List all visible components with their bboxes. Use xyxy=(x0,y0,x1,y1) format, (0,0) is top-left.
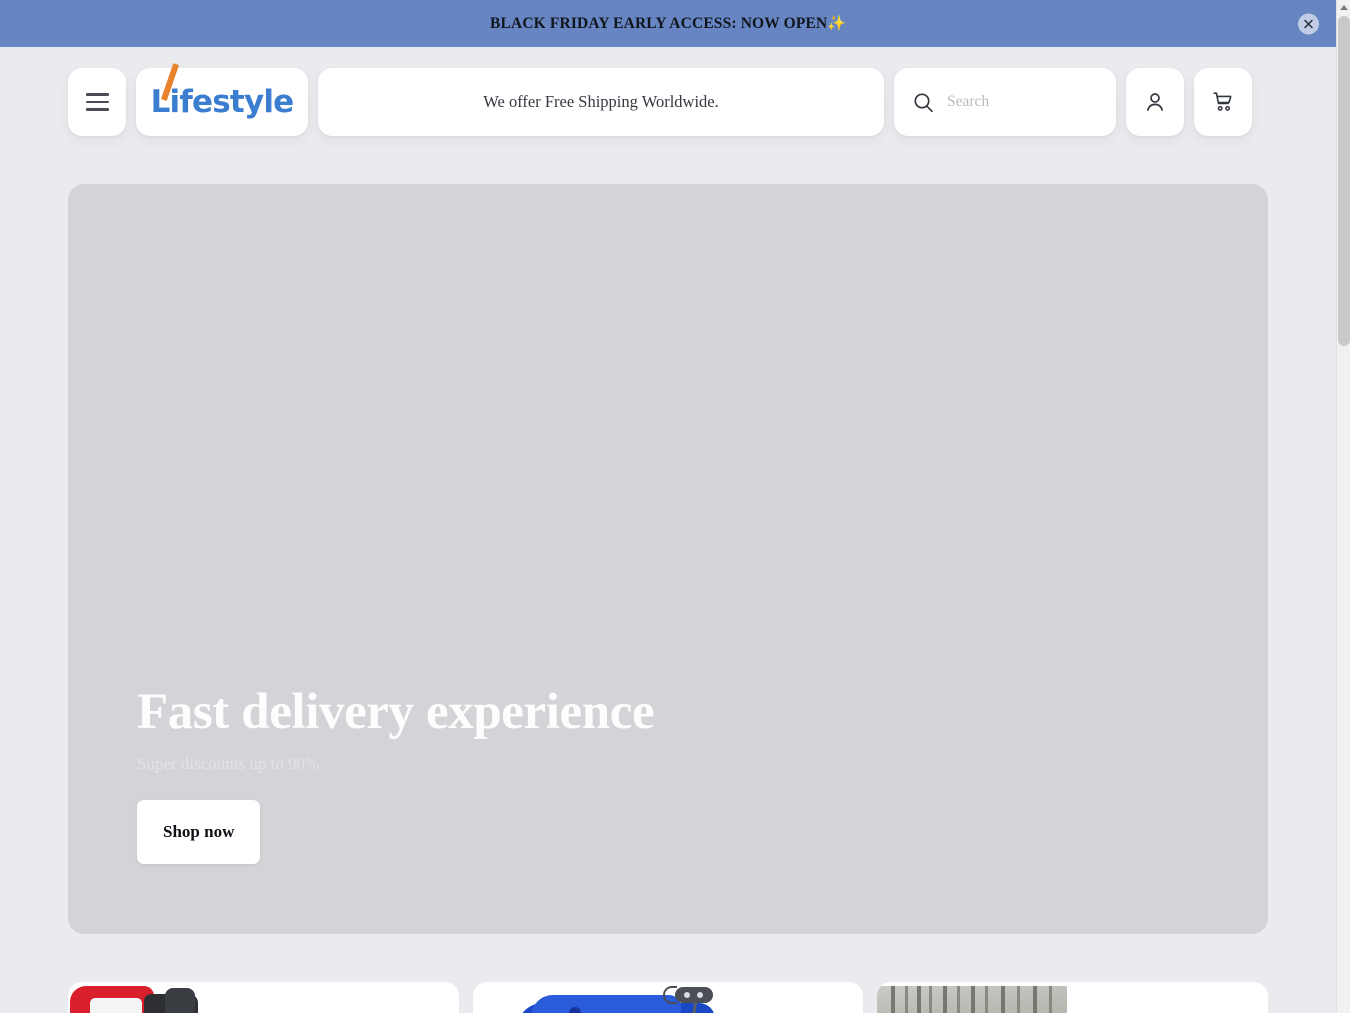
product-card[interactable] xyxy=(472,982,864,1013)
product-card[interactable] xyxy=(877,982,1269,1013)
blue-vehicle-icon xyxy=(516,985,747,1013)
product-image xyxy=(877,982,1268,1013)
promo-banner: BLACK FRIDAY EARLY ACCESS: NOW OPEN✨ xyxy=(0,0,1336,47)
hamburger-menu-icon xyxy=(85,93,109,111)
search-box[interactable] xyxy=(894,68,1116,136)
cart-button[interactable] xyxy=(1194,68,1252,136)
sparkle-icon: ✨ xyxy=(827,14,846,32)
close-icon xyxy=(1304,19,1313,28)
promo-close-button[interactable] xyxy=(1298,13,1319,34)
hero-subtitle: Super discounts up to 90% xyxy=(137,754,320,773)
site-header: Lifestyle We offer Free Shipping Worldwi… xyxy=(68,63,1268,136)
page-scrollbar[interactable] xyxy=(1336,0,1350,1013)
scroll-up-arrow-icon[interactable] xyxy=(1337,0,1350,15)
user-account-icon xyxy=(1146,93,1164,111)
hero-title: Fast delivery experience xyxy=(137,683,655,740)
search-icon xyxy=(914,92,933,112)
forest-photo-icon xyxy=(877,986,1068,1013)
hero-banner: Fast delivery experience Super discounts… xyxy=(68,184,1268,934)
shipping-notice-text: We offer Free Shipping Worldwide. xyxy=(483,92,719,111)
menu-button[interactable] xyxy=(68,68,126,136)
product-card-strip xyxy=(68,982,1269,1013)
account-button[interactable] xyxy=(1126,68,1184,136)
search-input[interactable] xyxy=(947,93,1097,111)
hero-content: Fast delivery experience Super discounts… xyxy=(137,683,837,864)
shipping-notice-banner: We offer Free Shipping Worldwide. xyxy=(318,68,884,136)
shopping-cart-icon xyxy=(1213,92,1232,111)
scrollbar-thumb[interactable] xyxy=(1338,16,1350,346)
product-image xyxy=(473,982,864,1013)
promo-banner-text: BLACK FRIDAY EARLY ACCESS: NOW OPEN✨ xyxy=(490,14,846,33)
shop-now-button[interactable]: Shop now xyxy=(137,800,261,864)
logo-text: Lifestyle xyxy=(150,83,295,120)
red-power-tool-icon xyxy=(70,986,210,1013)
site-logo[interactable]: Lifestyle xyxy=(136,63,308,136)
product-image xyxy=(68,982,459,1013)
product-card[interactable] xyxy=(68,982,459,1013)
promo-message: BLACK FRIDAY EARLY ACCESS: NOW OPEN xyxy=(490,15,828,32)
